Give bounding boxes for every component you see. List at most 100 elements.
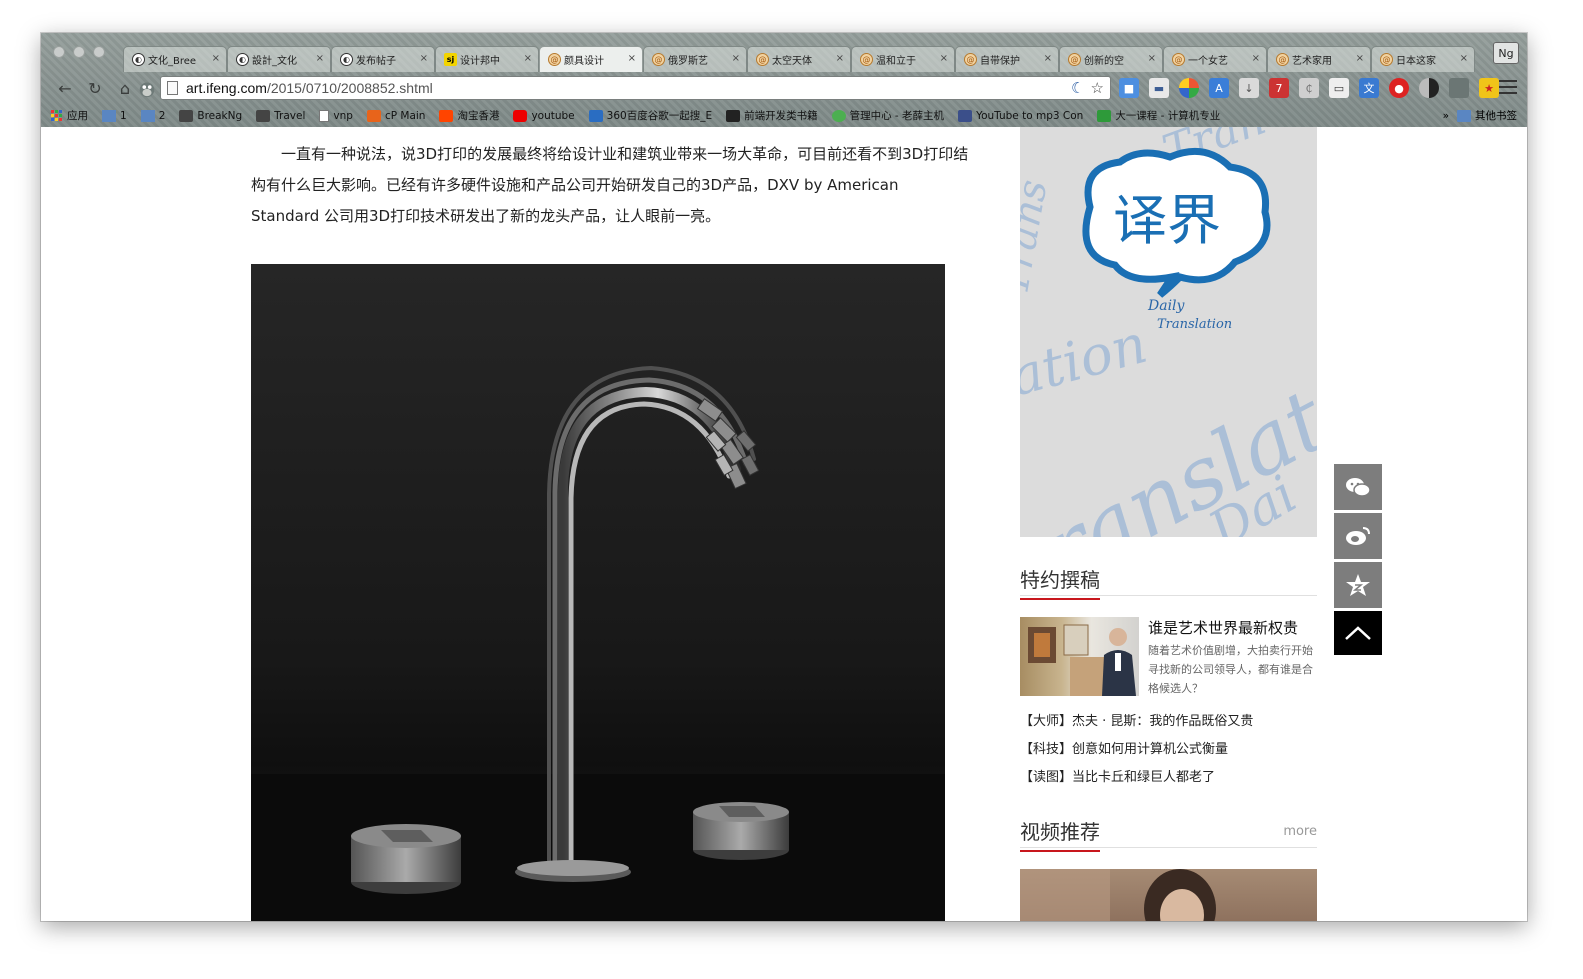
featured-headline[interactable]: 谁是艺术世界最新权贵 (1148, 617, 1298, 638)
bookmark-label: cP Main (384, 109, 426, 122)
tab-close-icon[interactable]: × (732, 53, 740, 64)
moon-extension-icon[interactable]: ☾ (1071, 79, 1084, 97)
notification-badge-icon[interactable]: 7 (1269, 78, 1289, 98)
bookmark-item[interactable]: Travel (256, 109, 305, 122)
bookmark-item[interactable]: 2 (140, 109, 165, 122)
browser-tab[interactable]: ◐ 文化_Bree × (123, 46, 227, 72)
back-icon[interactable]: ← (55, 78, 75, 98)
address-bar[interactable]: art.ifeng.com/2015/0710/2008852.shtml ☾ … (160, 76, 1111, 100)
video-header: 视频推荐 more (1020, 816, 1317, 852)
bookmark-label: 应用 (67, 110, 88, 122)
browser-chrome: ◐ 文化_Bree × ◐ 設計_文化 × ◐ 发布帖子 × sj 设计邦中 × @ 颜具设计 × @ 俄罗斯艺… (41, 33, 1527, 127)
swirl-icon: @ (548, 53, 561, 66)
swirl-icon: @ (652, 53, 665, 66)
minimize-window-button[interactable] (73, 46, 85, 58)
wechat-icon[interactable] (1334, 464, 1382, 510)
browser-tab[interactable]: @ 创新的空 × (1059, 46, 1163, 72)
browser-tab[interactable]: @ 一个女艺 × (1163, 46, 1267, 72)
browser-tab[interactable]: @ 俄罗斯艺 × (643, 46, 747, 72)
tab-title: 温和立于 (876, 56, 916, 67)
tab-close-icon[interactable]: × (1252, 53, 1260, 64)
tab-close-icon[interactable]: × (524, 53, 532, 64)
mp3-icon (958, 109, 973, 122)
tab-close-icon[interactable]: × (316, 53, 324, 64)
download-icon[interactable]: ↓ (1239, 78, 1259, 98)
browser-tab[interactable]: sj 设计邦中 × (435, 46, 539, 72)
maximize-window-button[interactable] (93, 46, 105, 58)
sjb-icon: sj (444, 53, 457, 66)
browser-tab[interactable]: @ 日本这家 × (1371, 46, 1475, 72)
profile-button[interactable]: Ng (1493, 42, 1519, 64)
color-wheel-icon[interactable] (1179, 78, 1199, 98)
translate-icon[interactable]: A (1209, 78, 1229, 98)
daily-translation-banner[interactable]: Tran Trans ation ranslat Dai 译界 Daily Tr… (1020, 127, 1317, 537)
more-link[interactable]: more (1283, 824, 1317, 839)
featured-thumbnail[interactable] (1020, 617, 1139, 696)
list-item[interactable]: 【读图】当比卡丘和绿巨人都老了 (1020, 764, 1317, 792)
favorite-ext-icon[interactable]: ★ (1479, 78, 1499, 98)
tab-close-icon[interactable]: × (836, 53, 844, 64)
page-viewport: 一直有一种说法，说3D打印的发展最终将给设计业和建筑业带来一场大革命，可目前还看… (41, 127, 1527, 921)
overflow-chevron-icon[interactable]: » (1443, 110, 1449, 122)
adblock-icon[interactable]: ● (1389, 78, 1409, 98)
list-item[interactable]: 【大师】杰夫 · 昆斯：我的作品既俗又贵 (1020, 708, 1317, 736)
bookmark-item[interactable]: BreakNg (179, 109, 242, 122)
tab-close-icon[interactable]: × (420, 53, 428, 64)
tab-close-icon[interactable]: × (1356, 53, 1364, 64)
bookmark-item[interactable]: 大一课程 - 计算机专业 (1097, 108, 1220, 123)
hamburger-menu-icon[interactable] (1499, 78, 1517, 96)
weibo-icon[interactable] (1334, 513, 1382, 559)
browser-tab[interactable]: @ 颜具设计 × (539, 46, 643, 72)
browser-tab[interactable]: @ 自带保护 × (955, 46, 1059, 72)
tab-close-icon[interactable]: × (940, 53, 948, 64)
bookmark-item[interactable]: vnp (319, 109, 353, 122)
bookmark-item[interactable]: cP Main (366, 109, 426, 122)
browser-tab[interactable]: @ 温和立于 × (851, 46, 955, 72)
favorite-icon[interactable] (1334, 562, 1382, 608)
home-icon[interactable]: ⌂ (115, 78, 135, 98)
article-body: 一直有一种说法，说3D打印的发展最终将给设计业和建筑业带来一场大革命，可目前还看… (251, 139, 971, 232)
bookmark-item[interactable]: 管理中心 - 老薛主机 (831, 108, 944, 123)
bookmark-label: 前端开发类书籍 (744, 110, 818, 122)
totoro-ext-icon[interactable] (1449, 78, 1469, 98)
back-to-top-icon[interactable] (1334, 611, 1382, 655)
bookmark-item[interactable]: 360百度谷歌一起搜_E (588, 108, 712, 123)
bookmark-item[interactable]: 淘宝香港 (439, 108, 499, 123)
ifeng-icon: ◐ (236, 53, 249, 66)
tab-close-icon[interactable]: × (1148, 53, 1156, 64)
browser-tab[interactable]: ◐ 发布帖子 × (331, 46, 435, 72)
close-window-button[interactable] (53, 46, 65, 58)
bookmark-label: 淘宝香港 (457, 110, 500, 122)
featured-article[interactable]: 谁是艺术世界最新权贵 随着艺术价值剧增，大拍卖行开始寻找新的公司领导人，都有谁是… (1020, 617, 1317, 697)
bookmark-item[interactable]: 应用 (51, 108, 88, 123)
list-item[interactable]: 【科技】创意如何用计算机公式衡量 (1020, 736, 1317, 764)
bookmarks-bar: 应用 1 2 BreakNg Travel vnp cP Main 淘宝香港 youtube 36… (41, 104, 1527, 127)
special-column-header: 特约撰稿 (1020, 564, 1317, 600)
section-title: 特约撰稿 (1020, 564, 1100, 600)
reload-icon[interactable]: ↻ (85, 78, 105, 98)
browser-tab[interactable]: @ 艺术家用 × (1267, 46, 1371, 72)
video-thumbnail[interactable] (1020, 869, 1317, 921)
bookmark-item[interactable]: 前端开发类书籍 (726, 108, 818, 123)
browser-tab[interactable]: @ 太空天体 × (747, 46, 851, 72)
browser-tab[interactable]: ◐ 設計_文化 × (227, 46, 331, 72)
bookmark-star-icon[interactable]: ☆ (1091, 79, 1104, 97)
section-title: 视频推荐 (1020, 816, 1100, 852)
cube-icon (256, 109, 271, 122)
google-translate-icon[interactable]: 文 (1359, 78, 1379, 98)
tab-title: 日本这家 (1396, 56, 1436, 67)
bookmark-item[interactable]: youtube (513, 109, 575, 122)
extensions: ■ ▬ A ↓ 7 ₵ ▭ 文 ● ★ (1119, 78, 1499, 98)
cast-icon[interactable]: ▭ (1329, 78, 1349, 98)
bookmark-item[interactable]: 1 (102, 109, 127, 122)
tab-close-icon[interactable]: × (1044, 53, 1052, 64)
tab-close-icon[interactable]: × (1460, 53, 1468, 64)
window-icon[interactable]: ▬ (1149, 78, 1169, 98)
eye-icon[interactable] (1419, 78, 1439, 98)
chrome-store-icon[interactable]: ■ (1119, 78, 1139, 98)
bookmark-item[interactable]: YouTube to mp3 Con (958, 109, 1083, 122)
tab-close-icon[interactable]: × (628, 53, 636, 64)
tab-close-icon[interactable]: × (212, 53, 220, 64)
other-bookmarks[interactable]: » 其他书签 (1443, 108, 1517, 123)
script-icon[interactable]: ₵ (1299, 78, 1319, 98)
